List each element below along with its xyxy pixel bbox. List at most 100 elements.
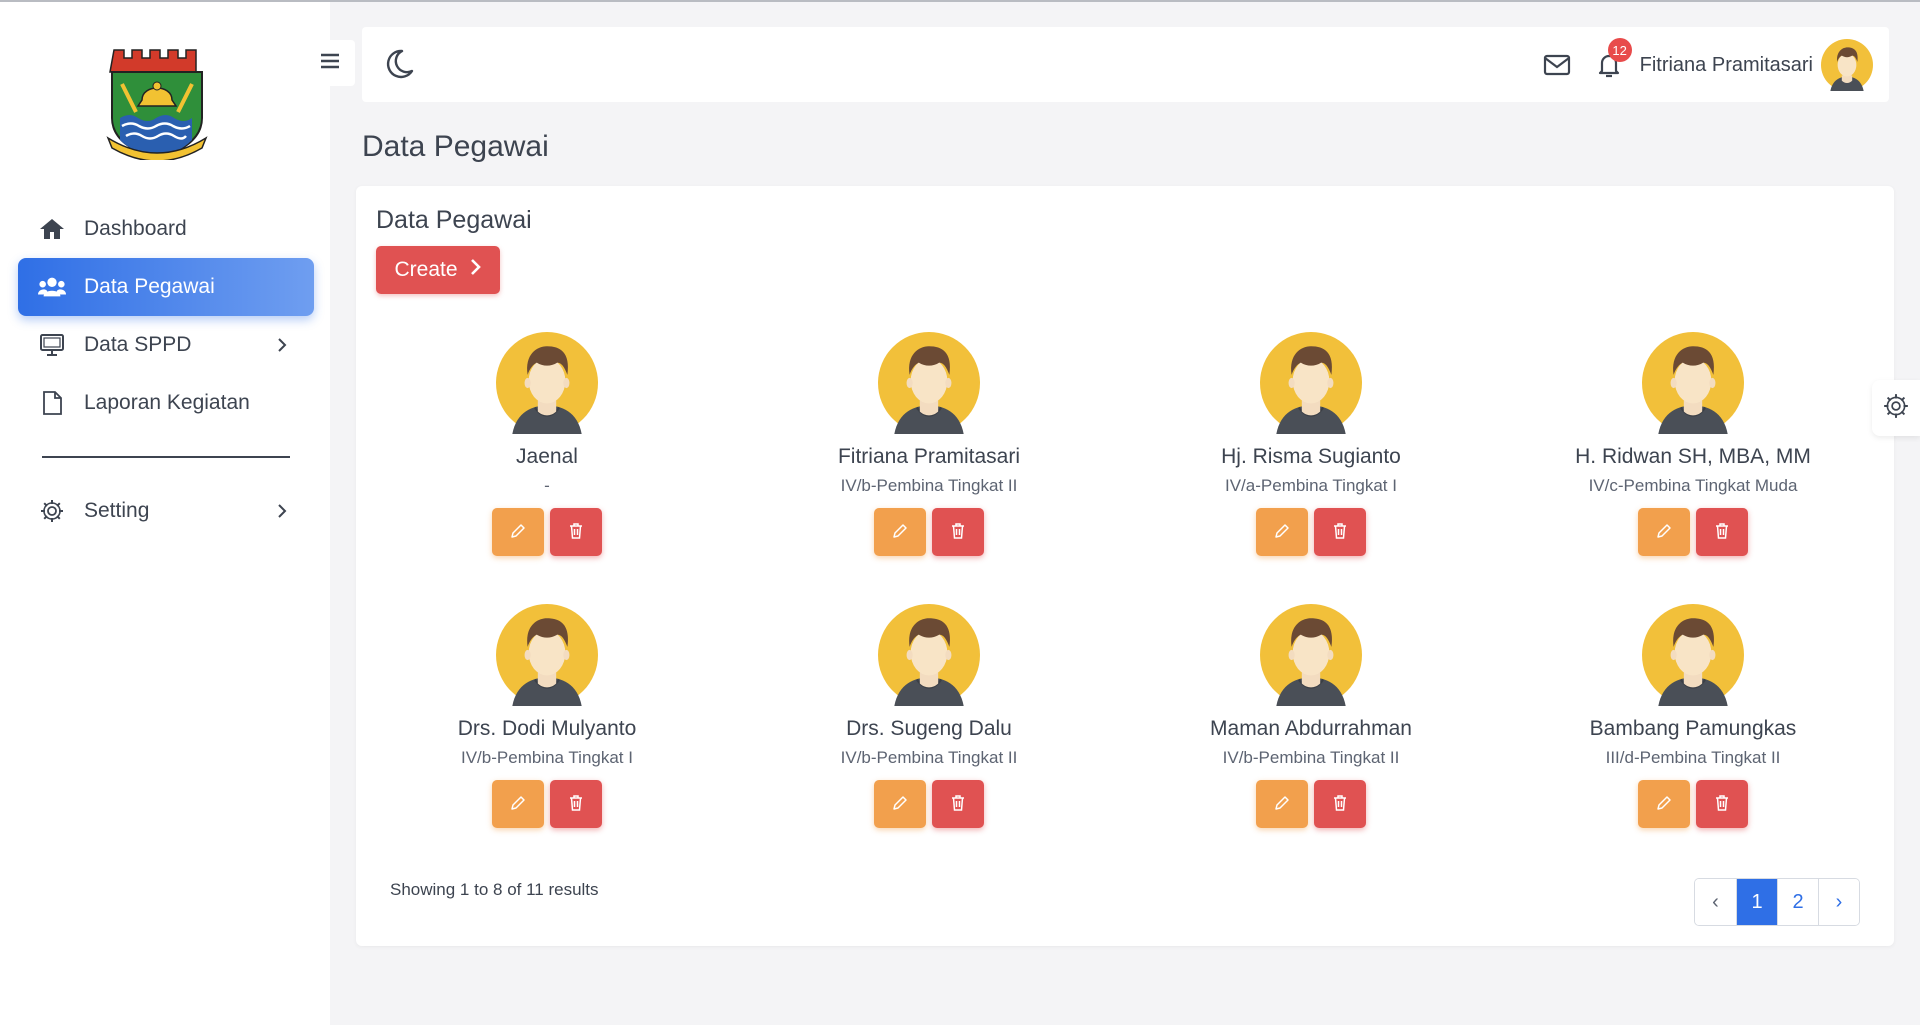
employee-actions (738, 508, 1120, 556)
employee-avatar (1120, 604, 1502, 706)
edit-button[interactable] (1638, 508, 1690, 556)
menu-icon (320, 53, 340, 74)
employee-avatar (738, 332, 1120, 434)
settings-panel-button[interactable] (1872, 380, 1920, 436)
employee-rank: - (544, 476, 550, 495)
delete-button[interactable] (1696, 780, 1748, 828)
employee-avatar (738, 604, 1120, 706)
employee-card: Data Pegawai Create Jaenal - Fitriana Pram… (356, 186, 1894, 946)
employee-actions (1502, 508, 1884, 556)
trash-icon (950, 794, 966, 815)
pagination-next-button[interactable]: › (1818, 879, 1859, 925)
employee-avatar (1502, 604, 1884, 706)
edit-button[interactable] (1256, 780, 1308, 828)
sidebar-divider (42, 456, 290, 458)
employee-actions (356, 508, 738, 556)
chevron-right-icon (272, 335, 292, 355)
sidebar-item-dashboard[interactable]: Dashboard (18, 200, 314, 258)
sidebar-item-label: Setting (84, 499, 150, 522)
pencil-icon (1656, 523, 1672, 542)
create-button-label: Create (394, 258, 458, 281)
employee-actions (356, 780, 738, 828)
employee-rank: IV/b-Pembina Tingkat II (1222, 748, 1400, 767)
delete-button[interactable] (1696, 508, 1748, 556)
dark-mode-toggle-icon[interactable] (382, 47, 416, 81)
pagination-page-1[interactable]: 1 (1736, 879, 1777, 925)
employee-rank: IV/c-Pembina Tingkat Muda (1588, 476, 1798, 495)
employee-actions (1502, 780, 1884, 828)
delete-button[interactable] (550, 508, 602, 556)
city-logo (104, 44, 210, 162)
pagination-page-2[interactable]: 2 (1777, 879, 1818, 925)
pagination-summary: Showing 1 to 8 of 11 results (390, 880, 599, 899)
employee-name: Bambang Pamungkas (1589, 717, 1797, 740)
sidebar-item-laporan-kegiatan[interactable]: Laporan Kegiatan (18, 374, 314, 432)
create-button[interactable]: Create (376, 246, 500, 294)
topbar-user-area: 12 Fitriana Pramitasari (1542, 37, 1873, 93)
employee-actions (1120, 508, 1502, 556)
employee-item: Bambang Pamungkas III/d-Pembina Tingkat I… (1502, 604, 1884, 876)
page-title: Data Pegawai (362, 130, 549, 163)
employee-actions (1120, 780, 1502, 828)
trash-icon (1332, 522, 1348, 543)
employee-item: Drs. Dodi Mulyanto IV/b-Pembina Tingkat I (356, 604, 738, 876)
sidebar-item-label: Dashboard (84, 217, 187, 240)
employee-rank: III/d-Pembina Tingkat II (1605, 748, 1781, 767)
sidebar-item-data-sppd[interactable]: Data SPPD (18, 316, 314, 374)
trash-icon (568, 794, 584, 815)
delete-button[interactable] (1314, 780, 1366, 828)
delete-button[interactable] (932, 780, 984, 828)
employee-item: Maman Abdurrahman IV/b-Pembina Tingkat II (1120, 604, 1502, 876)
employee-rank: IV/b-Pembina Tingkat II (840, 476, 1018, 495)
gear-icon (1882, 392, 1910, 425)
sidebar-item-setting[interactable]: Setting (18, 482, 314, 540)
file-icon (38, 389, 66, 417)
pencil-icon (1274, 795, 1290, 814)
employee-rank: IV/a-Pembina Tingkat I (1225, 476, 1397, 495)
edit-button[interactable] (874, 780, 926, 828)
employee-rank: IV/b-Pembina Tingkat II (840, 748, 1018, 767)
employee-rank: IV/b-Pembina Tingkat I (461, 748, 633, 767)
employee-item: Hj. Risma Sugianto IV/a-Pembina Tingkat I (1120, 332, 1502, 604)
employee-name: Drs. Dodi Mulyanto (457, 717, 637, 740)
employee-name: Maman Abdurrahman (1210, 717, 1412, 740)
edit-button[interactable] (1256, 508, 1308, 556)
topbar: 12 Fitriana Pramitasari (362, 27, 1889, 102)
employee-actions (738, 780, 1120, 828)
sidebar-item-data-pegawai[interactable]: Data Pegawai (18, 258, 314, 316)
pencil-icon (1656, 795, 1672, 814)
user-name[interactable]: Fitriana Pramitasari (1640, 54, 1813, 77)
edit-button[interactable] (492, 780, 544, 828)
pencil-icon (510, 795, 526, 814)
trash-icon (1714, 522, 1730, 543)
pagination: ‹ 1 2 › (1694, 878, 1860, 926)
sidebar-toggle-button[interactable] (305, 40, 355, 86)
edit-button[interactable] (874, 508, 926, 556)
monitor-icon (38, 331, 66, 359)
notification-badge: 12 (1607, 38, 1632, 62)
notifications-button[interactable]: 12 (1594, 38, 1632, 80)
employee-name: Drs. Sugeng Dalu (846, 717, 1012, 740)
delete-button[interactable] (550, 780, 602, 828)
trash-icon (1714, 794, 1730, 815)
bell-icon (1594, 54, 1624, 84)
edit-button[interactable] (492, 508, 544, 556)
user-avatar[interactable] (1821, 39, 1873, 91)
employee-name: Fitriana Pramitasari (837, 445, 1021, 468)
pagination-prev-button[interactable]: ‹ (1695, 879, 1736, 925)
pencil-icon (892, 523, 908, 542)
trash-icon (950, 522, 966, 543)
sidebar: Dashboard Data Pegawai Data SPPD Laporan… (0, 2, 330, 1025)
employee-avatar (1502, 332, 1884, 434)
employee-avatar (356, 332, 738, 434)
employee-grid: Jaenal - Fitriana Pramitasari IV/b-Pembina … (356, 332, 1894, 876)
delete-button[interactable] (932, 508, 984, 556)
employee-name: Jaenal (516, 445, 578, 468)
mail-icon[interactable] (1542, 50, 1572, 80)
employee-item: Fitriana Pramitasari IV/b-Pembina Tingkat… (738, 332, 1120, 604)
sidebar-nav: Dashboard Data Pegawai Data SPPD Laporan… (18, 200, 314, 540)
delete-button[interactable] (1314, 508, 1366, 556)
edit-button[interactable] (1638, 780, 1690, 828)
sidebar-item-label: Data Pegawai (84, 275, 215, 298)
chevron-right-icon (470, 258, 482, 282)
